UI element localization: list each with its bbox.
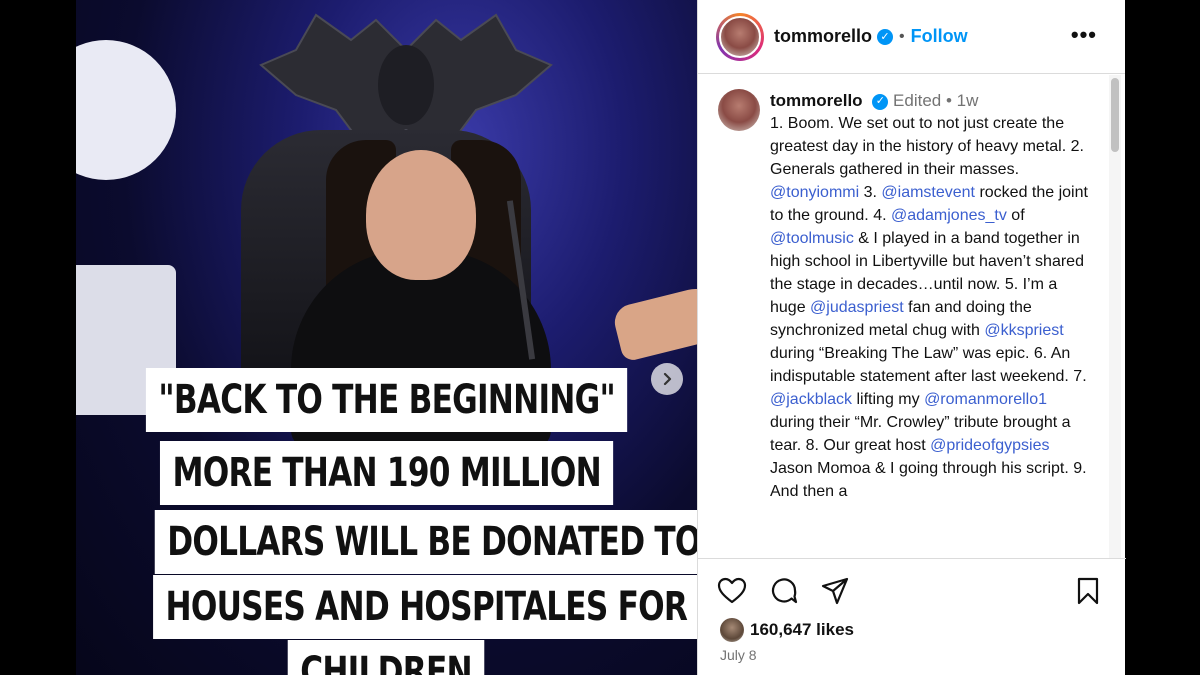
post-header: tommorello ✓ • Follow ••• — [698, 0, 1125, 74]
performer-face — [366, 150, 476, 280]
action-bar: 160,647 likes July 8 — [698, 558, 1126, 675]
liker-avatar — [720, 618, 744, 642]
separator-dot: • — [899, 27, 905, 45]
caption-text: HOUSES AND HOSPITALES FOR — [153, 575, 700, 639]
heart-icon[interactable] — [716, 575, 748, 607]
separator-dot: • — [945, 91, 952, 110]
verified-badge-icon: ✓ — [872, 93, 889, 110]
caption-text: 1. Boom. We set out to not just create t… — [770, 112, 1092, 503]
media-caption-line-5: CHILDREN — [76, 640, 697, 675]
post-date[interactable]: July 8 — [720, 647, 757, 663]
chevron-right-icon — [663, 372, 672, 386]
caption-body: tommorello ✓ Edited • 1w 1. Boom. We set… — [770, 89, 1092, 503]
more-options-icon[interactable]: ••• — [1071, 22, 1097, 48]
media-caption-line-4: HOUSES AND HOSPITALES FOR — [76, 575, 700, 639]
caption-text: DOLLARS WILL BE DONATED TO — [154, 510, 714, 574]
comment-icon[interactable] — [768, 575, 800, 607]
mention-link[interactable]: @kkspriest — [984, 322, 1063, 339]
caption-text-segment: 3. — [859, 184, 882, 201]
caption-header: tommorello ✓ Edited • 1w — [770, 89, 1092, 112]
share-icon[interactable] — [819, 575, 851, 607]
media-caption-line-1: "BACK TO THE BEGINNING" — [76, 368, 697, 432]
mention-link[interactable]: @toolmusic — [770, 230, 854, 247]
mention-link[interactable]: @jackblack — [770, 391, 852, 408]
mention-link[interactable]: @judaspriest — [810, 299, 904, 316]
verified-badge-icon: ✓ — [877, 28, 894, 45]
caption-text-segment: during “Breaking The Law” was epic. 6. A… — [770, 345, 1087, 385]
mention-link[interactable]: @adamjones_tv — [891, 207, 1007, 224]
likes-count[interactable]: 160,647 likes — [750, 620, 854, 640]
performer-hand — [610, 282, 697, 363]
caption-text-segment: Jason Momoa & I going through his script… — [770, 460, 1087, 500]
caption-text: MORE THAN 190 MILLION — [159, 441, 614, 505]
caption-text-segment: of — [1006, 207, 1025, 224]
caption-text: CHILDREN — [288, 640, 485, 675]
edited-label: Edited — [893, 91, 942, 110]
mention-link[interactable]: @romanmorello1 — [924, 391, 1047, 408]
caption-text: "BACK TO THE BEGINNING" — [145, 368, 628, 432]
media-caption-line-2: MORE THAN 190 MILLION — [76, 441, 697, 505]
mention-link[interactable]: @tonyiommi — [770, 184, 859, 201]
mention-link[interactable]: @prideofgypsies — [930, 437, 1049, 454]
caption-username[interactable]: tommorello — [770, 91, 863, 110]
caption-avatar[interactable] — [718, 89, 760, 131]
caption-area: tommorello ✓ Edited • 1w 1. Boom. We set… — [698, 75, 1126, 558]
stage-light — [76, 40, 176, 180]
follow-button[interactable]: Follow — [911, 26, 968, 47]
header-username[interactable]: tommorello — [774, 26, 872, 47]
bookmark-icon[interactable] — [1072, 575, 1104, 607]
post-age[interactable]: 1w — [957, 91, 979, 110]
mention-link[interactable]: @iamstevent — [881, 184, 975, 201]
profile-avatar[interactable] — [716, 12, 764, 61]
carousel-next-button[interactable] — [651, 363, 683, 395]
post-sidebar: tommorello ✓ • Follow ••• tommorello ✓ E… — [697, 0, 1126, 675]
caption-text-segment: lifting my — [852, 391, 925, 408]
media-caption-line-3: DOLLARS WILL BE DONATED TO — [76, 510, 714, 574]
caption-text-segment: 1. Boom. We set out to not just create t… — [770, 115, 1084, 178]
avatar-image — [719, 15, 761, 58]
likes-summary[interactable]: 160,647 likes — [720, 618, 854, 642]
